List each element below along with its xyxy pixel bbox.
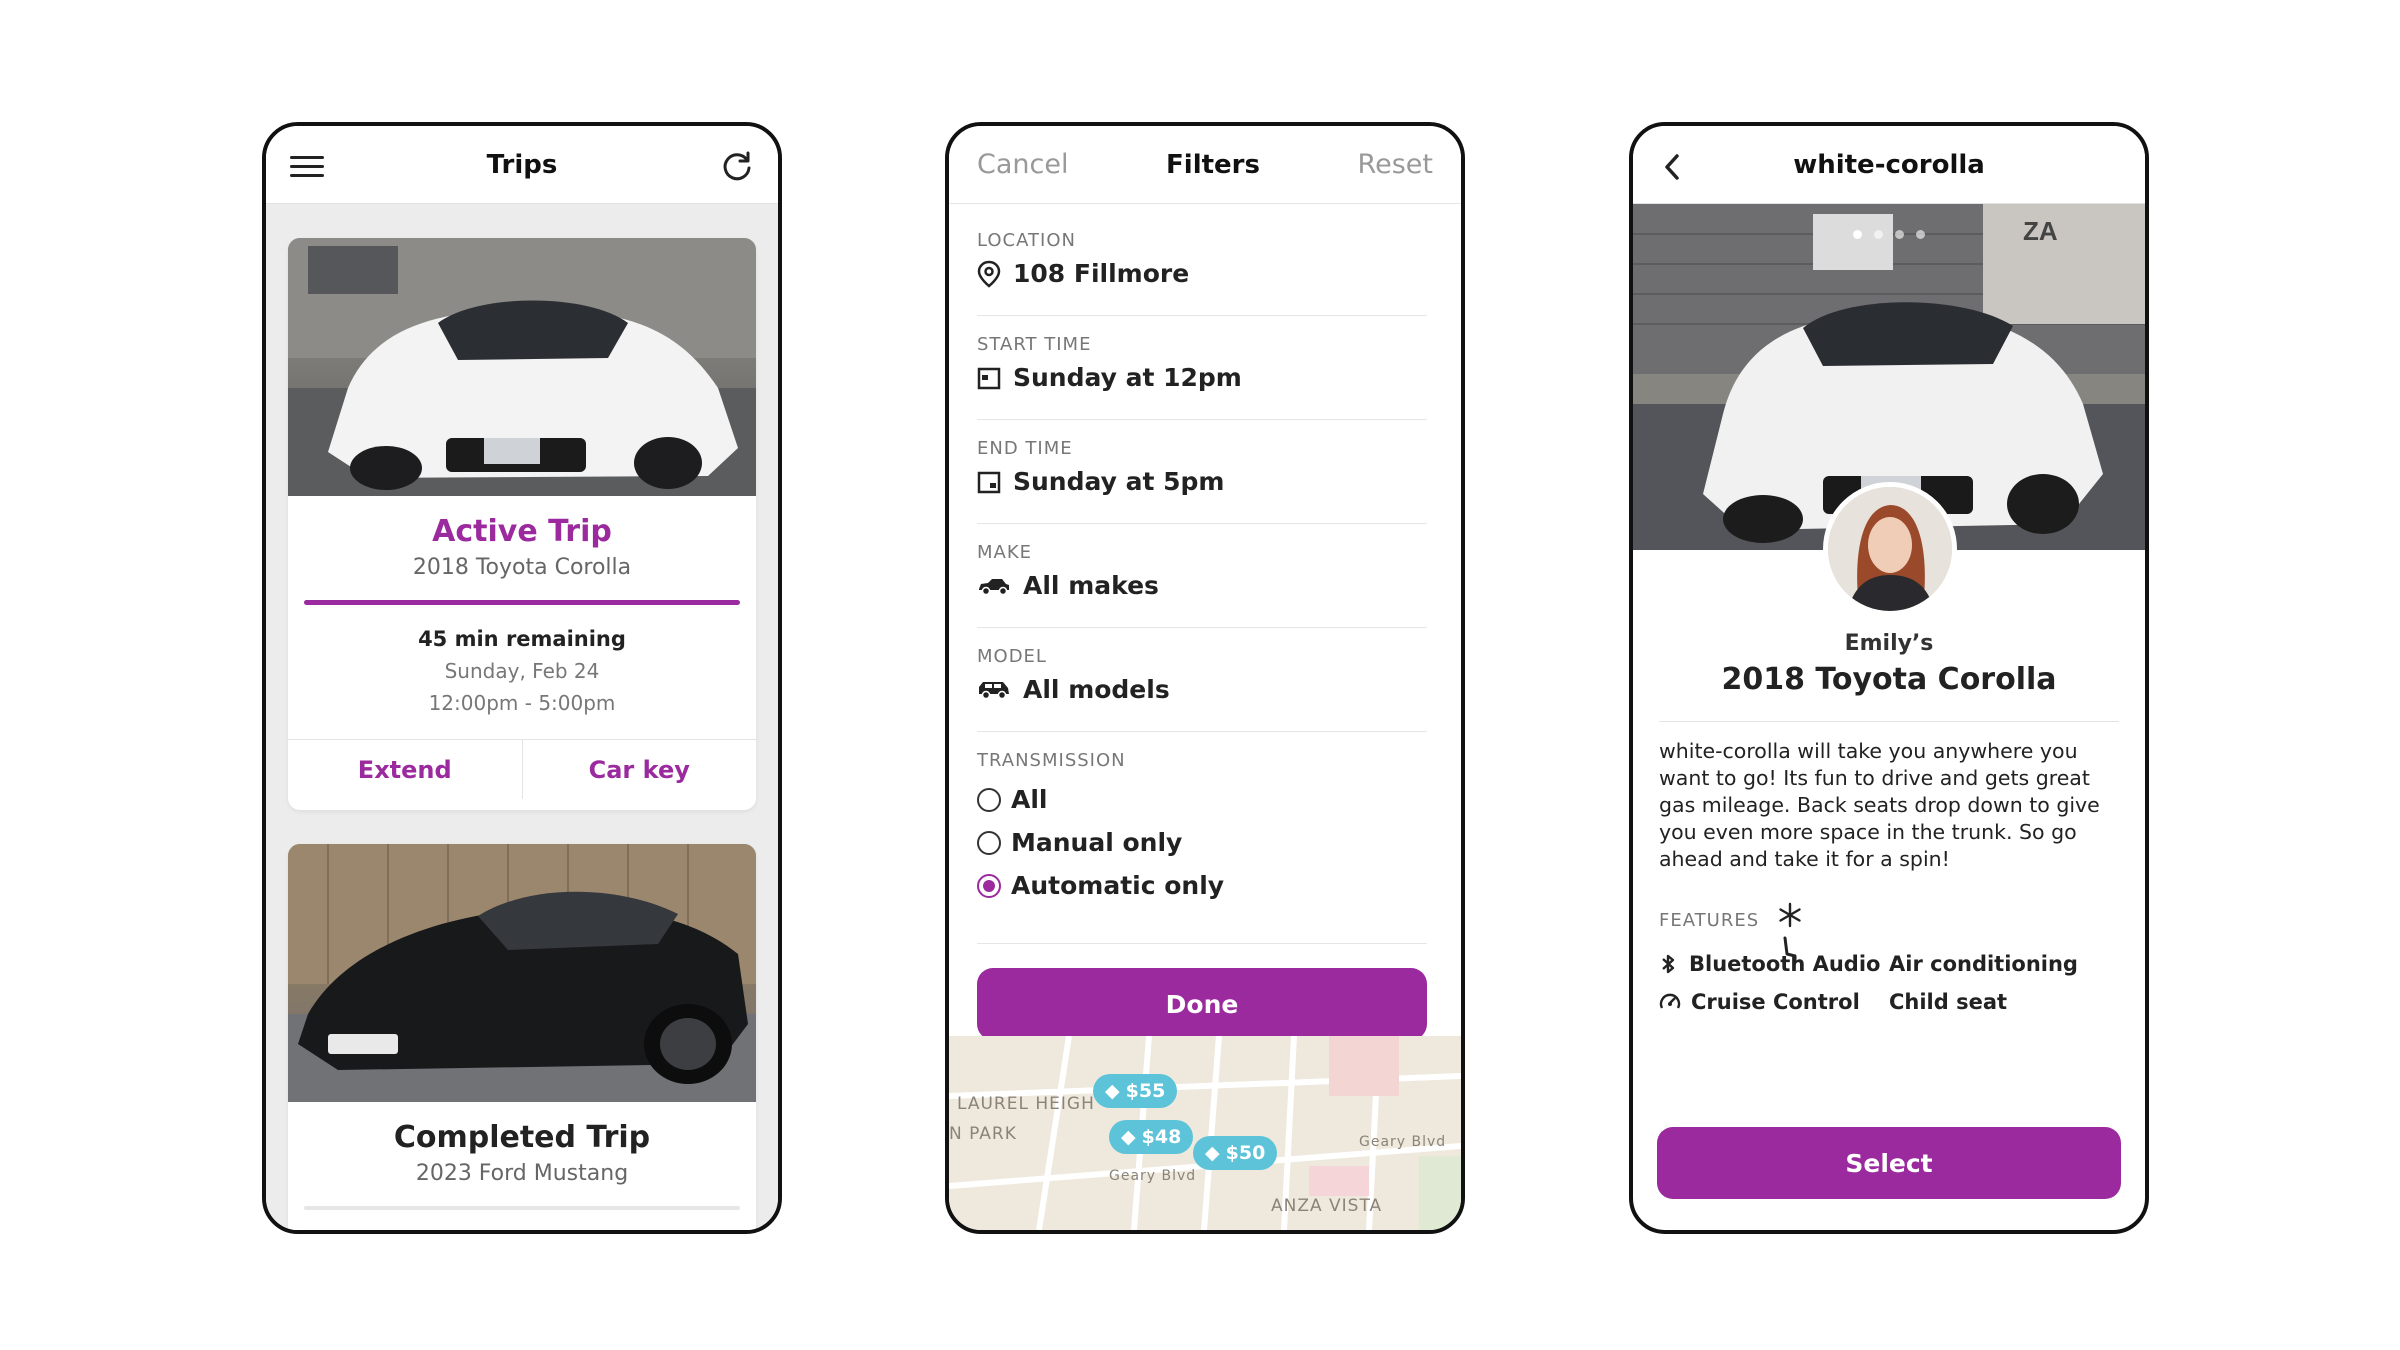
start-time-filter[interactable]: START TIME Sunday at 12pm: [977, 334, 1427, 420]
radio-label: Manual only: [1011, 828, 1183, 857]
radio-label: All: [1011, 785, 1048, 814]
trips-feed: Active Trip 2018 Toyota Corolla 45 min r…: [266, 204, 778, 1230]
trips-phone: Trips Active Trip 2018 Toyota Corolla 45…: [262, 122, 782, 1234]
radio-button[interactable]: [977, 787, 1001, 812]
trips-header: Trips: [266, 126, 778, 204]
price-label: $55: [1125, 1080, 1166, 1102]
map-label: Geary Blvd: [1109, 1168, 1197, 1184]
feature-bluetooth-audio: Bluetooth Audio: [1659, 952, 1889, 976]
car-description: white-corolla will take you anywhere you…: [1659, 721, 2119, 873]
cancel-button[interactable]: Cancel: [977, 149, 1068, 180]
suv-icon: [977, 679, 1011, 701]
trip-date: Sunday, Feb 24: [444, 659, 600, 683]
location-pin-icon: [977, 260, 1001, 288]
filter-value: All makes: [1023, 571, 1159, 600]
car-icon: ◆: [1205, 1142, 1220, 1164]
filter-label: MAKE: [977, 542, 1033, 563]
radio-label: Automatic only: [1011, 871, 1225, 900]
make-filter[interactable]: MAKE All makes: [977, 542, 1427, 628]
radio-button-selected[interactable]: [977, 873, 1001, 898]
car-detail-phone: white-corolla ZA Emily’s 2018 Toyota Cor…: [1629, 122, 2149, 1234]
completed-trip-card[interactable]: Completed Trip 2023 Ford Mustang: [288, 844, 756, 1230]
time-remaining: 45 min remaining: [418, 627, 626, 651]
feature-label: Child seat: [1889, 990, 2008, 1014]
end-time-filter[interactable]: END TIME Sunday at 5pm: [977, 438, 1427, 524]
price-pin[interactable]: ◆ $48: [1109, 1120, 1194, 1154]
car-model-title: 2018 Toyota Corolla: [1721, 662, 2057, 697]
car-icon: ◆: [1121, 1126, 1136, 1148]
carousel-dots[interactable]: [1633, 230, 2145, 239]
filter-value: All models: [1023, 675, 1170, 704]
radio-automatic-only[interactable]: Automatic only: [977, 871, 1427, 900]
map-label: Geary Blvd: [1359, 1134, 1447, 1150]
feature-cruise-control: Cruise Control: [1659, 990, 1889, 1014]
filters-phone: Cancel Filters Reset LOCATION 108 Fillmo…: [945, 122, 1465, 1234]
features-list: Bluetooth Audio Air conditioning Cruise …: [1659, 952, 2119, 1014]
transmission-filter: TRANSMISSION All Manual only Automatic o…: [977, 750, 1427, 944]
cruise-control-icon: [1659, 992, 1681, 1012]
page-title: Trips: [486, 149, 558, 180]
map-view[interactable]: LAUREL HEIGH N PARK ANZA VISTA Geary Blv…: [949, 1036, 1461, 1230]
select-button[interactable]: Select: [1657, 1127, 2121, 1199]
features-label: FEATURES: [1659, 910, 1760, 931]
feature-label: Cruise Control: [1691, 990, 1860, 1014]
car-photo-mustang: [288, 844, 756, 1102]
extend-button[interactable]: Extend: [288, 740, 522, 799]
chevron-left-icon[interactable]: [1661, 152, 1683, 182]
price-label: $48: [1141, 1126, 1182, 1148]
refresh-icon[interactable]: [720, 150, 754, 184]
trip-time: 12:00pm - 5:00pm: [428, 691, 616, 715]
price-pin[interactable]: ◆ $55: [1093, 1074, 1178, 1108]
filter-label: LOCATION: [977, 230, 1076, 251]
filter-label: MODEL: [977, 646, 1047, 667]
radio-all[interactable]: All: [977, 785, 1427, 814]
filter-value: Sunday at 12pm: [1013, 363, 1242, 392]
page-title: Filters: [1166, 149, 1260, 180]
filter-value: 108 Fillmore: [1013, 259, 1190, 288]
car-icon: ◆: [1105, 1080, 1120, 1102]
feature-label: Air conditioning: [1889, 952, 2078, 976]
car-key-button[interactable]: Car key: [521, 740, 757, 799]
trip-car-name: 2023 Ford Mustang: [415, 1161, 629, 1186]
feature-child-seat: Child seat: [1889, 990, 2119, 1014]
child-seat-icon: [1783, 936, 1797, 964]
map-label: LAUREL HEIGH: [957, 1094, 1095, 1114]
price-label: $50: [1225, 1142, 1266, 1164]
calendar-icon: [977, 470, 1001, 494]
filter-label: TRANSMISSION: [977, 750, 1126, 771]
feature-air-conditioning: Air conditioning: [1889, 952, 2119, 976]
trip-divider: [304, 1206, 740, 1210]
model-filter[interactable]: MODEL All models: [977, 646, 1427, 732]
location-filter[interactable]: LOCATION 108 Fillmore: [977, 230, 1427, 316]
trip-status: Completed Trip: [393, 1120, 651, 1155]
calendar-icon: [977, 366, 1001, 390]
radio-button[interactable]: [977, 830, 1001, 855]
sedan-icon: [977, 576, 1011, 596]
active-trip-card[interactable]: Active Trip 2018 Toyota Corolla 45 min r…: [288, 238, 756, 810]
map-label: ANZA VISTA: [1271, 1196, 1383, 1216]
snowflake-icon: [1779, 902, 1801, 928]
hamburger-menu-icon[interactable]: [290, 156, 324, 178]
car-photo-toyota: [288, 238, 756, 496]
filters-header: Cancel Filters Reset: [949, 126, 1461, 204]
owner-name: Emily’s: [1844, 631, 1934, 656]
trip-status: Active Trip: [432, 514, 612, 549]
filter-value: Sunday at 5pm: [1013, 467, 1225, 496]
price-pin[interactable]: ◆ $50: [1193, 1136, 1278, 1170]
bluetooth-audio-icon: [1659, 953, 1679, 975]
done-button[interactable]: Done: [977, 968, 1427, 1040]
trip-actions: Extend Car key: [288, 739, 756, 799]
owner-avatar: [1823, 482, 1957, 616]
radio-manual-only[interactable]: Manual only: [977, 828, 1427, 857]
map-label: N PARK: [949, 1124, 1017, 1144]
reset-button[interactable]: Reset: [1358, 149, 1433, 180]
filter-label: END TIME: [977, 438, 1073, 459]
detail-header: white-corolla: [1633, 126, 2145, 204]
filter-label: START TIME: [977, 334, 1092, 355]
trip-car-name: 2018 Toyota Corolla: [412, 555, 632, 580]
trip-progress-bar: [304, 600, 740, 605]
page-title: white-corolla: [1793, 149, 1985, 180]
